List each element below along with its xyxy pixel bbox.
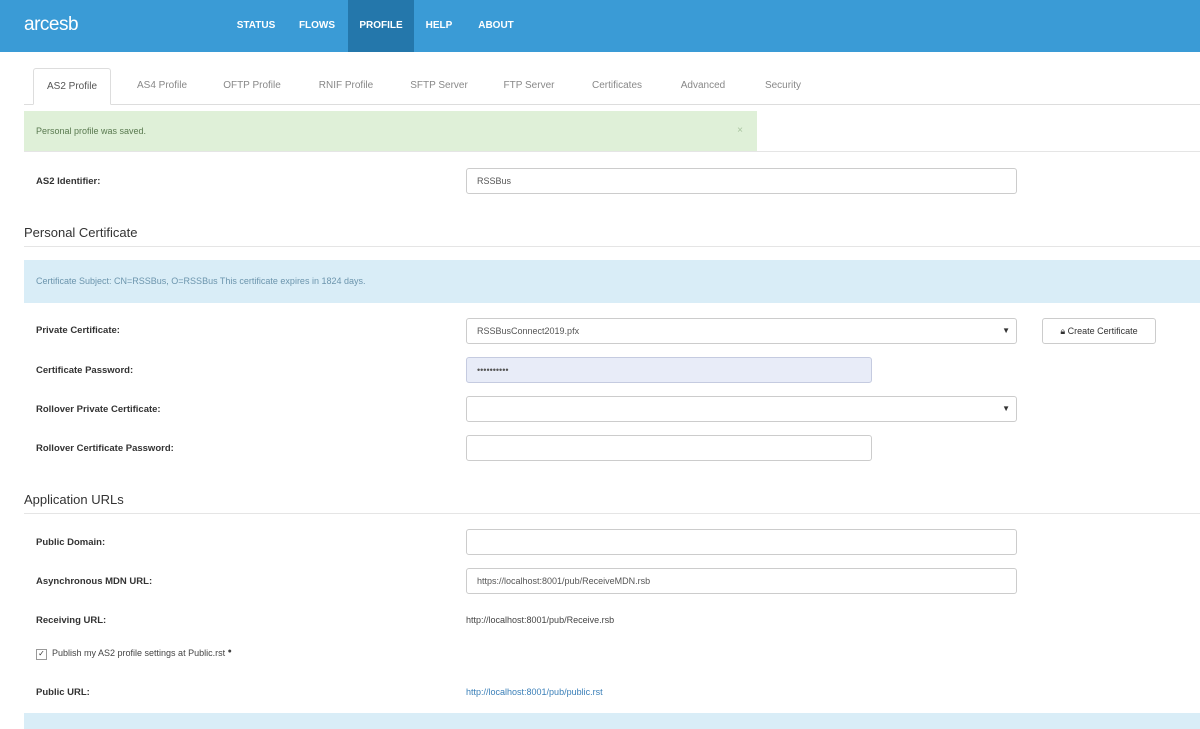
divider <box>24 151 1200 152</box>
public-domain-label: Public Domain: <box>36 537 106 548</box>
tab-as2-profile[interactable]: AS2 Profile <box>33 68 111 105</box>
as2-identifier-input[interactable]: RSSBus <box>466 168 1017 194</box>
arcesb-logo[interactable]: arcesb <box>24 14 79 36</box>
async-mdn-url-label: Asynchronous MDN URL: <box>36 576 153 587</box>
public-url-link[interactable]: http://localhost:8001/pub/public.rst <box>466 687 603 697</box>
success-alert: Personal profile was saved. × <box>24 111 757 151</box>
tab-ftp-server[interactable]: FTP Server <box>490 68 568 104</box>
create-certificate-button[interactable]: 🔒︎ Create Certificate <box>1042 318 1156 344</box>
profile-tabs: AS2 Profile AS4 Profile OFTP Profile RNI… <box>24 68 1200 105</box>
caret-down-icon: ▼ <box>1002 326 1010 335</box>
private-certificate-select[interactable]: RSSBusConnect2019.pfx ▼ <box>466 318 1017 344</box>
rollover-certificate-select[interactable]: ▼ <box>466 396 1017 422</box>
async-mdn-url-input[interactable]: https://localhost:8001/pub/ReceiveMDN.rs… <box>466 568 1017 594</box>
receiving-url-label: Receiving URL: <box>36 615 107 626</box>
publish-profile-label-text: Publish my AS2 profile settings at Publi… <box>52 648 226 658</box>
bottom-info-alert <box>24 713 1200 729</box>
publish-profile-checkbox-label[interactable]: Publish my AS2 profile settings at Publi… <box>52 648 232 658</box>
create-certificate-label: Create Certificate <box>1067 326 1138 336</box>
info-icon[interactable]: ● <box>228 648 232 655</box>
tab-oftp-profile[interactable]: OFTP Profile <box>210 68 294 104</box>
public-url-label: Public URL: <box>36 687 90 698</box>
nav-profile[interactable]: PROFILE <box>348 0 414 52</box>
tab-advanced[interactable]: Advanced <box>666 68 740 104</box>
nav-about[interactable]: ABOUT <box>468 0 524 52</box>
rollover-certificate-label: Rollover Private Certificate: <box>36 404 161 415</box>
certificate-password-label: Certificate Password: <box>36 365 134 376</box>
private-certificate-value: RSSBusConnect2019.pfx <box>477 326 580 336</box>
caret-down-icon: ▼ <box>1002 404 1010 413</box>
nav-help[interactable]: HELP <box>418 0 460 52</box>
certificate-info-alert: Certificate Subject: CN=RSSBus, O=RSSBus… <box>24 260 1200 303</box>
public-domain-input[interactable] <box>466 529 1017 555</box>
tab-security[interactable]: Security <box>750 68 816 104</box>
nav-status[interactable]: STATUS <box>229 0 283 52</box>
tab-certificates[interactable]: Certificates <box>577 68 657 104</box>
check-icon: ✓ <box>38 649 45 658</box>
tab-as4-profile[interactable]: AS4 Profile <box>122 68 202 104</box>
as2-identifier-label: AS2 Identifier: <box>36 176 101 187</box>
divider <box>24 246 1200 247</box>
rollover-password-input[interactable] <box>466 435 872 461</box>
personal-certificate-heading: Personal Certificate <box>24 225 138 240</box>
success-alert-text: Personal profile was saved. <box>36 126 147 136</box>
divider <box>24 513 1200 514</box>
nav-flows[interactable]: FLOWS <box>291 0 343 52</box>
receiving-url-value: http://localhost:8001/pub/Receive.rsb <box>466 615 615 625</box>
lock-icon: 🔒︎ <box>1060 326 1066 336</box>
private-certificate-label: Private Certificate: <box>36 325 120 336</box>
close-icon[interactable]: × <box>737 111 743 151</box>
certificate-password-input[interactable]: •••••••••• <box>466 357 872 383</box>
tab-sftp-server[interactable]: SFTP Server <box>398 68 480 104</box>
application-urls-heading: Application URLs <box>24 492 124 507</box>
top-navbar: arcesb STATUS FLOWS PROFILE HELP ABOUT <box>0 0 1200 52</box>
rollover-password-label: Rollover Certificate Password: <box>36 443 174 454</box>
publish-profile-checkbox[interactable]: ✓ <box>36 649 47 660</box>
tab-rnif-profile[interactable]: RNIF Profile <box>306 68 386 104</box>
